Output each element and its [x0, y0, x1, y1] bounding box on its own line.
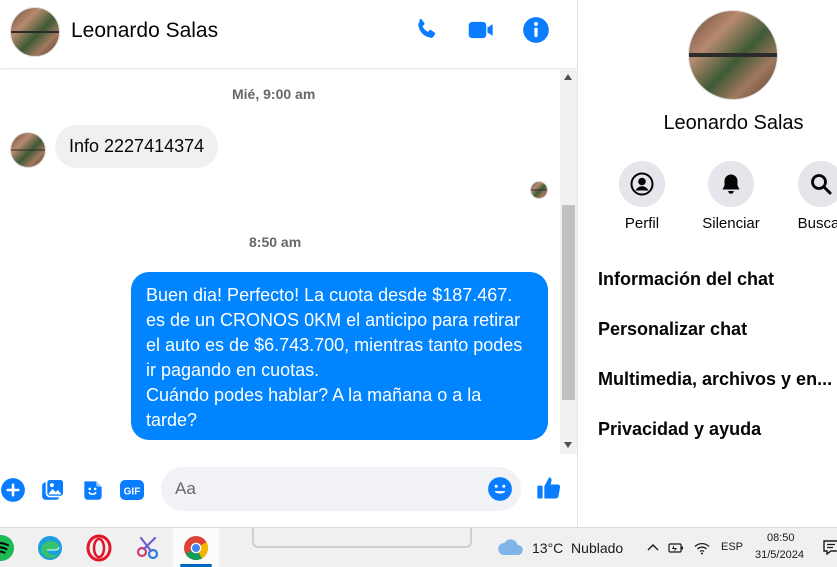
message-composer: GIF [0, 460, 577, 520]
action-label: Buscar [797, 215, 837, 232]
profile-action-button[interactable]: Perfil [597, 161, 687, 232]
clock-time[interactable]: 08:50 [767, 532, 795, 544]
thumbs-up-icon[interactable] [535, 474, 563, 502]
scroll-up-arrow-icon[interactable] [564, 74, 572, 80]
edge-browser-icon[interactable] [35, 533, 65, 563]
spotify-icon[interactable] [0, 533, 16, 563]
chat-info-panel: Leonardo Salas Perfil Silenciar Busca In… [578, 0, 837, 527]
phone-icon[interactable] [412, 16, 440, 44]
message-timestamp: 8:50 am [249, 234, 302, 250]
search-action-button[interactable]: Buscar [776, 161, 837, 232]
action-label: Silenciar [702, 215, 760, 232]
opera-browser-icon[interactable] [84, 533, 114, 563]
chevron-up-icon[interactable] [645, 540, 661, 556]
windows-taskbar: 13°C Nublado ESP 08:50 31/5/2024 [0, 527, 837, 567]
message-timestamp: Mié, 9:00 am [232, 86, 316, 102]
message-input[interactable] [161, 467, 521, 511]
svg-text:GIF: GIF [124, 487, 141, 498]
sticker-icon[interactable] [80, 477, 106, 503]
scroll-thumb[interactable] [562, 205, 575, 400]
profile-name: Leonardo Salas [663, 112, 804, 134]
chat-header: Leonardo Salas [0, 0, 577, 68]
bell-icon [722, 174, 740, 194]
message-scrollbar[interactable] [560, 70, 577, 454]
clock-date[interactable]: 31/5/2024 [755, 549, 804, 561]
seen-indicator-avatar [530, 181, 548, 199]
plus-circle-icon[interactable] [0, 477, 26, 503]
window-preview-outline [252, 528, 472, 548]
menu-privacy-help[interactable]: Privacidad y ayuda [598, 419, 761, 440]
image-attach-icon[interactable] [40, 477, 66, 503]
incoming-message-bubble[interactable]: Info 2227414374 [55, 125, 219, 168]
snipping-tool-icon[interactable] [133, 533, 163, 563]
mute-action-button[interactable]: Silenciar [686, 161, 776, 232]
gif-icon[interactable]: GIF [119, 477, 145, 503]
chat-pane: Leonardo Salas Mié, 9:00 am Info 2227414… [0, 0, 577, 527]
weather-text[interactable]: 13°C Nublado [532, 540, 623, 556]
language-indicator[interactable]: ESP [721, 541, 743, 553]
notification-icon[interactable] [823, 539, 837, 555]
profile-icon [630, 172, 654, 196]
message-list: Mié, 9:00 am Info 2227414374 8:50 am Bue… [0, 70, 560, 454]
menu-chat-info[interactable]: Información del chat [598, 269, 774, 290]
menu-media-files[interactable]: Multimedia, archivos y en... [598, 369, 832, 390]
info-icon[interactable] [522, 16, 550, 44]
sender-avatar [10, 132, 46, 168]
chrome-browser-icon[interactable] [181, 533, 211, 563]
video-call-icon[interactable] [467, 16, 495, 44]
profile-avatar[interactable] [688, 10, 778, 100]
battery-icon[interactable] [668, 540, 684, 556]
action-label: Perfil [624, 215, 660, 232]
outgoing-message-bubble[interactable]: Buen dia! Perfecto! La cuota desde $187.… [131, 272, 548, 440]
search-icon [811, 174, 832, 195]
emoji-icon[interactable] [487, 476, 513, 502]
wifi-icon[interactable] [694, 540, 710, 556]
contact-name[interactable]: Leonardo Salas [71, 19, 218, 43]
menu-customize-chat[interactable]: Personalizar chat [598, 319, 747, 340]
scroll-down-arrow-icon[interactable] [564, 442, 572, 448]
contact-avatar[interactable] [10, 7, 60, 57]
cloud-weather-icon[interactable] [497, 538, 525, 556]
